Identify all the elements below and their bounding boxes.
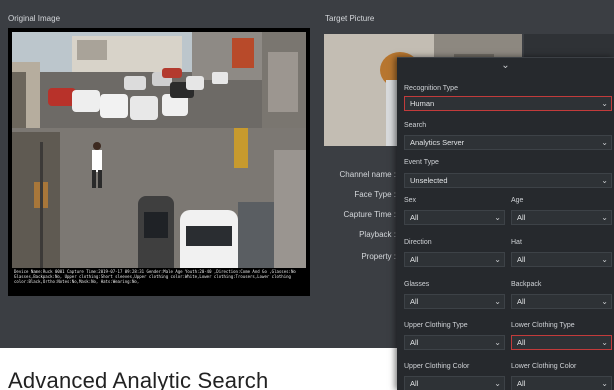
age-select[interactable]: All ⌄ bbox=[511, 210, 612, 225]
sex-select[interactable]: All ⌄ bbox=[404, 210, 505, 225]
upper-clothing-type-select[interactable]: All ⌄ bbox=[404, 335, 505, 350]
chevron-down-icon: ⌄ bbox=[601, 99, 608, 108]
upper-clothing-type-label: Upper Clothing Type bbox=[404, 322, 468, 329]
backpack-select[interactable]: All ⌄ bbox=[511, 294, 612, 309]
chevron-down-icon: ⌄ bbox=[601, 379, 608, 388]
page-heading: Advanced Analytic Search bbox=[8, 368, 269, 390]
capture-info-overlay: Device Name:Ruck 0001 Capture Time:2019-… bbox=[14, 269, 296, 284]
upper-clothing-color-select[interactable]: All ⌄ bbox=[404, 376, 505, 390]
event-type-value: Unselected bbox=[410, 176, 448, 185]
chevron-down-icon: ⌄ bbox=[601, 338, 608, 347]
age-label: Age bbox=[511, 197, 524, 204]
original-image-frame: Device Name:Ruck 0001 Capture Time:2019-… bbox=[8, 28, 310, 296]
upper-clothing-color-value: All bbox=[410, 379, 419, 388]
lower-clothing-type-select[interactable]: All ⌄ bbox=[511, 335, 612, 350]
direction-value: All bbox=[410, 255, 419, 264]
event-type-select[interactable]: Unselected ⌄ bbox=[404, 173, 612, 188]
glasses-select[interactable]: All ⌄ bbox=[404, 294, 505, 309]
lower-clothing-color-value: All bbox=[517, 379, 526, 388]
event-type-label: Event Type bbox=[404, 159, 439, 166]
glasses-label: Glasses bbox=[404, 281, 430, 288]
chevron-down-icon: ⌄ bbox=[494, 379, 501, 388]
lower-clothing-color-select[interactable]: All ⌄ bbox=[511, 376, 612, 390]
chevron-down-icon: ⌄ bbox=[494, 297, 501, 306]
direction-label: Direction bbox=[404, 239, 432, 246]
face-type-label: Face Type : bbox=[354, 190, 396, 199]
upper-clothing-color-label: Upper Clothing Color bbox=[404, 363, 470, 370]
upper-clothing-type-value: All bbox=[410, 338, 419, 347]
search-filter-panel: ⌄ Recognition Type Human ⌄ Search Analyt… bbox=[397, 57, 614, 390]
backpack-label: Backpack bbox=[511, 281, 542, 288]
recognition-type-label: Recognition Type bbox=[404, 85, 458, 92]
property-label: Property : bbox=[361, 252, 396, 261]
parking-lot-scene bbox=[12, 32, 306, 290]
chevron-down-icon: ⌄ bbox=[494, 338, 501, 347]
sex-label: Sex bbox=[404, 197, 417, 204]
glasses-value: All bbox=[410, 297, 419, 306]
lower-clothing-color-label: Lower Clothing Color bbox=[511, 363, 577, 370]
recognition-type-value: Human bbox=[410, 99, 435, 108]
lower-clothing-type-label: Lower Clothing Type bbox=[511, 322, 575, 329]
sex-value: All bbox=[410, 213, 419, 222]
playback-label: Playback : bbox=[359, 230, 396, 239]
hat-value: All bbox=[517, 255, 526, 264]
original-image[interactable]: Device Name:Ruck 0001 Capture Time:2019-… bbox=[12, 32, 306, 290]
direction-select[interactable]: All ⌄ bbox=[404, 252, 505, 267]
search-label: Search bbox=[404, 122, 427, 129]
chevron-down-icon: ⌄ bbox=[601, 255, 608, 264]
chevron-down-icon: ⌄ bbox=[601, 213, 608, 222]
target-picture-title: Target Picture bbox=[325, 14, 375, 23]
search-select[interactable]: Analytics Server ⌄ bbox=[404, 135, 612, 150]
age-value: All bbox=[517, 213, 526, 222]
hat-label: Hat bbox=[511, 239, 522, 246]
lower-clothing-type-value: All bbox=[517, 338, 526, 347]
channel-name-label: Channel name : bbox=[339, 170, 396, 179]
chevron-down-icon: ⌄ bbox=[494, 255, 501, 264]
search-value: Analytics Server bbox=[410, 138, 465, 147]
backpack-value: All bbox=[517, 297, 526, 306]
recognition-type-select[interactable]: Human ⌄ bbox=[404, 96, 612, 111]
chevron-down-icon: ⌄ bbox=[601, 176, 608, 185]
chevron-down-icon: ⌄ bbox=[601, 297, 608, 306]
capture-time-label: Capture Time : bbox=[343, 210, 396, 219]
original-image-title: Original Image bbox=[8, 14, 61, 23]
chevron-down-icon: ⌄ bbox=[601, 138, 608, 147]
hat-select[interactable]: All ⌄ bbox=[511, 252, 612, 267]
collapse-chevron-icon[interactable]: ⌄ bbox=[397, 58, 614, 76]
chevron-down-icon: ⌄ bbox=[494, 213, 501, 222]
